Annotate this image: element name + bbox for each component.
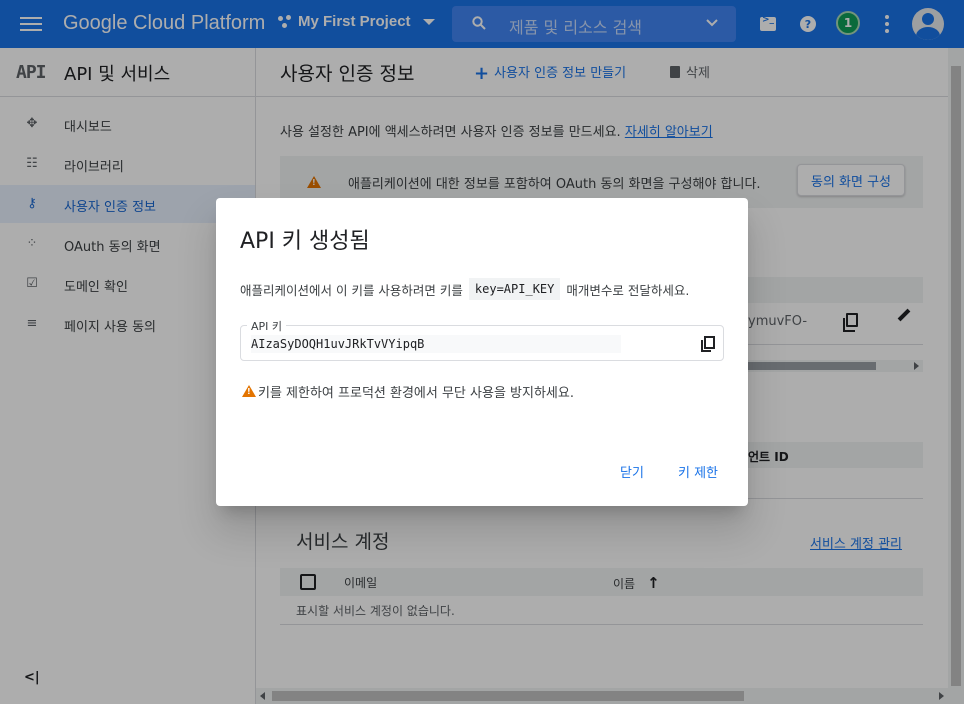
dialog-title: API 키 생성됨	[240, 229, 370, 254]
dialog-description: 애플리케이션에서 이 키를 사용하려면 키를 key=API_KEY 매개변수로…	[240, 278, 689, 300]
api-key-created-dialog: API 키 생성됨 애플리케이션에서 이 키를 사용하려면 키를 key=API…	[216, 198, 748, 506]
api-key-value[interactable]	[251, 335, 621, 353]
dialog-description-text: 매개변수로 전달하세요.	[566, 282, 690, 298]
dialog-description-text: 애플리케이션에서 이 키를 사용하려면 키를	[240, 282, 463, 298]
api-key-label: API 키	[247, 318, 287, 334]
restrict-key-button[interactable]: 키 제한	[678, 462, 718, 481]
api-key-field: API 키	[240, 318, 724, 361]
warning-text: 키를 제한하여 프로덕션 환경에서 무단 사용을 방지하세요.	[258, 386, 574, 401]
copy-icon[interactable]	[701, 336, 715, 352]
warning-icon	[242, 385, 256, 397]
close-button[interactable]: 닫기	[620, 462, 644, 481]
key-param-code: key=API_KEY	[468, 278, 561, 300]
